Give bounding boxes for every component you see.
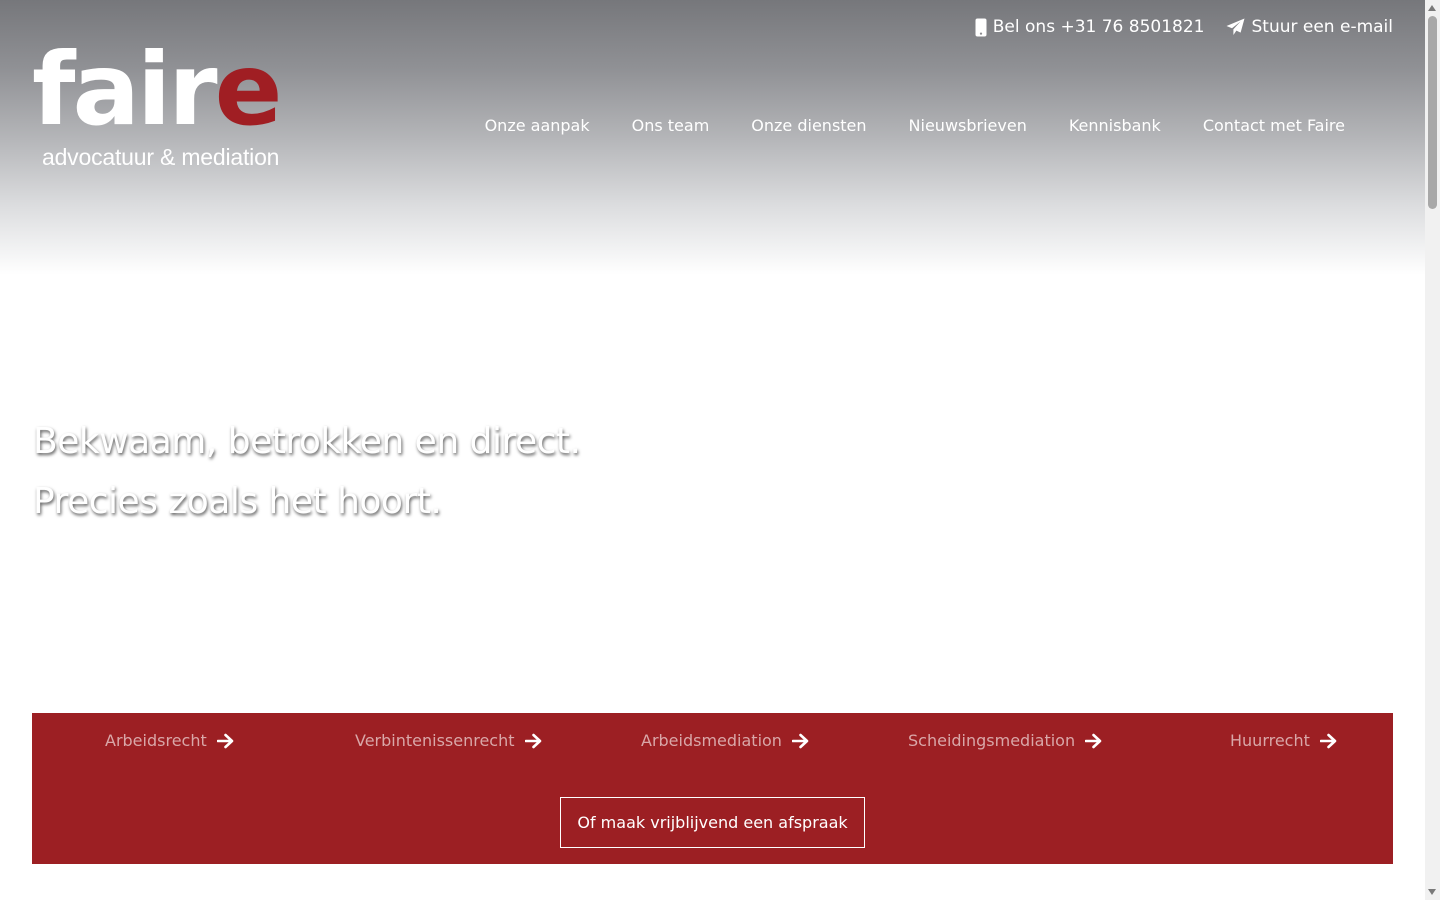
logo-wordmark: faire — [32, 40, 282, 140]
main-nav: Onze aanpak Ons team Onze diensten Nieuw… — [485, 116, 1345, 135]
scroll-up-arrow-icon[interactable] — [1428, 5, 1436, 11]
service-label: Arbeidsmediation — [641, 731, 782, 750]
hero-line-1: Bekwaam, betrokken en direct. — [33, 421, 581, 462]
hero-line-2: Precies zoals het hoort. — [33, 481, 442, 522]
arrow-right-icon — [524, 733, 542, 749]
service-link-huurrecht[interactable]: Huurrecht — [1230, 731, 1337, 750]
nav-item-onze-aanpak[interactable]: Onze aanpak — [485, 116, 590, 135]
hero-tagline: Bekwaam, betrokken en direct. Precies zo… — [33, 412, 581, 532]
service-link-arbeidsmediation[interactable]: Arbeidsmediation — [641, 731, 809, 750]
nav-item-kennisbank[interactable]: Kennisbank — [1069, 116, 1161, 135]
service-label: Huurrecht — [1230, 731, 1310, 750]
nav-item-onze-diensten[interactable]: Onze diensten — [751, 116, 866, 135]
call-link[interactable]: Bel ons +31 76 8501821 — [975, 17, 1205, 37]
logo-word-accent: e — [214, 31, 283, 148]
service-link-scheidingsmediation[interactable]: Scheidingsmediation — [908, 731, 1102, 750]
page: Bel ons +31 76 8501821 Stuur een e-mail … — [0, 0, 1425, 900]
service-label: Scheidingsmediation — [908, 731, 1076, 750]
service-label: Arbeidsrecht — [105, 731, 207, 750]
page-scrollbar[interactable] — [1425, 0, 1440, 900]
make-appointment-button[interactable]: Of maak vrijblijvend een afspraak — [560, 797, 865, 848]
nav-item-nieuwsbrieven[interactable]: Nieuwsbrieven — [909, 116, 1027, 135]
services-band: Arbeidsrecht Verbintenissenrecht Arbeids… — [32, 713, 1393, 864]
contact-bar: Bel ons +31 76 8501821 Stuur een e-mail — [975, 17, 1393, 37]
site-logo[interactable]: faire advocatuur & mediation — [32, 40, 304, 172]
service-label: Verbintenissenrecht — [355, 731, 515, 750]
logo-subtitle: advocatuur & mediation — [42, 144, 280, 170]
nav-item-ons-team[interactable]: Ons team — [632, 116, 710, 135]
call-link-label: Bel ons +31 76 8501821 — [992, 17, 1205, 37]
site-header: Bel ons +31 76 8501821 Stuur een e-mail … — [0, 0, 1425, 275]
nav-item-contact[interactable]: Contact met Faire — [1203, 116, 1345, 135]
service-link-arbeidsrecht[interactable]: Arbeidsrecht — [105, 731, 234, 750]
services-list: Arbeidsrecht Verbintenissenrecht Arbeids… — [32, 731, 1393, 755]
scroll-down-arrow-icon[interactable] — [1428, 889, 1436, 895]
arrow-right-icon — [216, 733, 234, 749]
logo-word-main: fair — [32, 31, 218, 148]
arrow-right-icon — [1085, 733, 1102, 749]
email-link-label: Stuur een e-mail — [1251, 17, 1393, 37]
service-link-verbintenissenrecht[interactable]: Verbintenissenrecht — [355, 731, 542, 750]
scroll-thumb[interactable] — [1428, 16, 1437, 209]
arrow-right-icon — [791, 733, 809, 749]
paper-plane-icon — [1226, 18, 1245, 35]
mobile-phone-icon — [975, 18, 987, 36]
email-link[interactable]: Stuur een e-mail — [1226, 17, 1393, 37]
arrow-right-icon — [1319, 733, 1337, 749]
